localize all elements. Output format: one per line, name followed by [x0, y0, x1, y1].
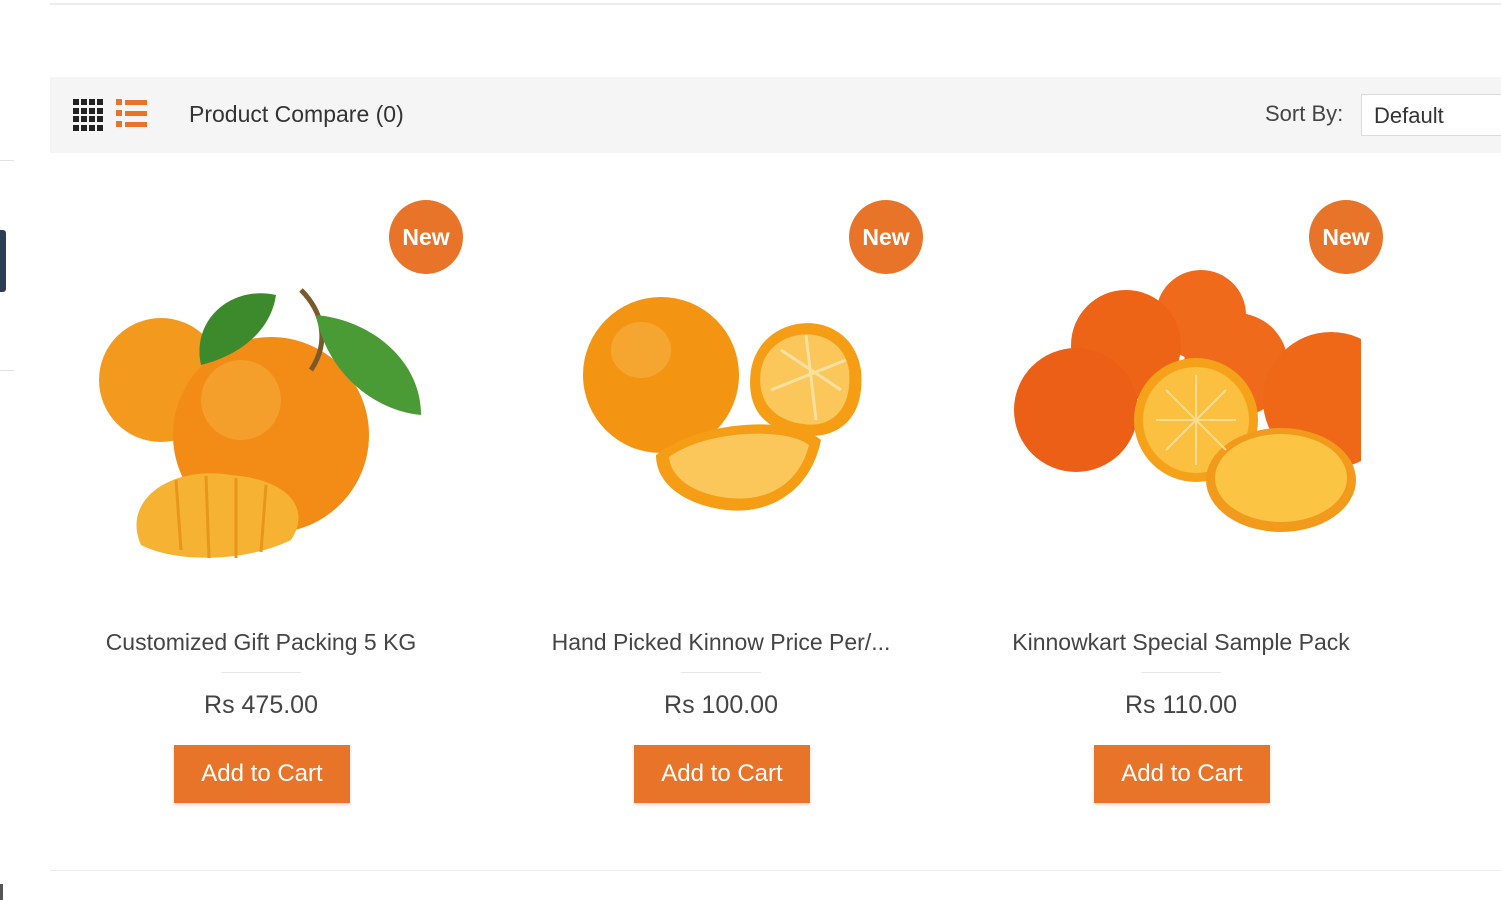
bottom-divider — [50, 870, 1501, 871]
orange-slices-icon — [583, 297, 862, 511]
name-divider — [681, 672, 761, 673]
orange-pile-icon — [1014, 270, 1399, 532]
product-card: New Customized Gift Packing 5 KG Rs 475.… — [51, 180, 471, 820]
sort-by-label: Sort By: — [1265, 101, 1344, 126]
product-card: New Kinnowkart Special Sample Pack Rs 11… — [971, 180, 1399, 820]
product-name[interactable]: Customized Gift Packing 5 KG — [51, 629, 471, 656]
orange-icon — [99, 288, 421, 559]
product-price: Rs 475.00 — [204, 691, 318, 719]
sidebar-divider — [0, 370, 14, 371]
add-to-cart-button[interactable]: Add to Cart — [174, 745, 350, 803]
sort-select[interactable]: Default — [1361, 94, 1501, 136]
product-compare-link[interactable]: Product Compare (0) — [189, 101, 404, 128]
add-to-cart-button[interactable]: Add to Cart — [1094, 745, 1270, 803]
name-divider — [1141, 672, 1221, 673]
product-price: Rs 100.00 — [664, 691, 778, 719]
sidebar-divider — [0, 160, 14, 161]
product-image[interactable] — [1001, 240, 1399, 580]
product-image[interactable] — [541, 240, 901, 580]
product-name[interactable]: Kinnowkart Special Sample Pack — [971, 629, 1391, 656]
grid-view-icon[interactable] — [73, 99, 105, 131]
name-divider — [221, 672, 301, 673]
add-to-cart-button[interactable]: Add to Cart — [634, 745, 810, 803]
list-view-icon[interactable] — [116, 99, 150, 131]
product-toolbar: Product Compare (0) Sort By: Default — [50, 77, 1501, 153]
sidebar-stub — [0, 884, 3, 900]
product-price: Rs 110.00 — [1124, 691, 1238, 719]
page: Product Compare (0) Sort By: Default New… — [0, 0, 1501, 900]
product-card: New Hand Picked Kinnow Price Per/... Rs … — [511, 180, 931, 820]
sidebar-active-tab[interactable] — [0, 230, 6, 292]
product-name[interactable]: Hand Picked Kinnow Price Per/... — [511, 629, 931, 656]
product-image[interactable] — [81, 240, 441, 580]
top-divider — [50, 3, 1501, 5]
